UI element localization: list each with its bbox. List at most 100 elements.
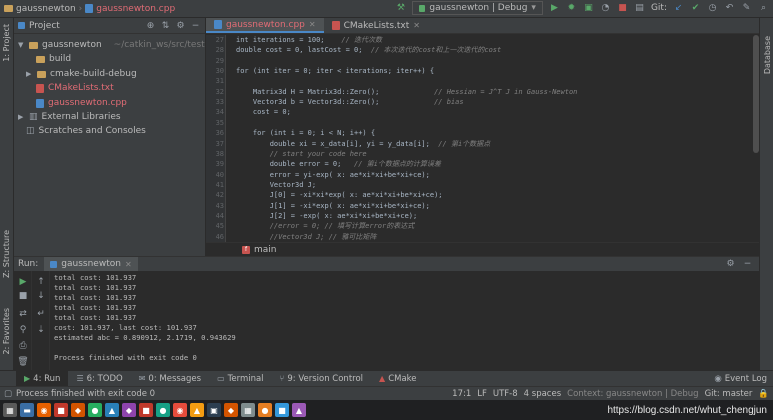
gear-icon[interactable]: ⚙ (725, 258, 736, 269)
tab-run[interactable]: ▶ 4: Run (16, 370, 69, 387)
code-line[interactable]: 29 (206, 56, 746, 67)
run-tab-gaussnewton[interactable]: gaussnewton ✕ (44, 257, 138, 271)
tree-item-external-libraries[interactable]: ▶ ▥ External Libraries (18, 110, 121, 124)
run-configuration-select[interactable]: gaussnewton | Debug ▾ (412, 1, 543, 15)
profile-icon[interactable]: ◔ (600, 3, 611, 14)
app-icon[interactable]: ◉ (173, 403, 187, 417)
app-icon[interactable]: ◆ (71, 403, 85, 417)
tree-item-gaussnewton-cpp[interactable]: gaussnewton.cpp (36, 96, 127, 110)
hide-panel-icon[interactable]: − (742, 258, 753, 269)
app-icon[interactable]: ▦ (241, 403, 255, 417)
breadcrumb-file[interactable]: gaussnewton.cpp (96, 4, 175, 14)
search-icon[interactable]: ⌕ (758, 3, 769, 14)
tree-item-build[interactable]: build (36, 52, 71, 66)
code-line[interactable]: 40 error = yi-exp( x: ae*xi*xi+be*xi+ce)… (206, 170, 746, 181)
close-icon[interactable]: ✕ (413, 21, 420, 30)
breadcrumb-project[interactable]: gaussnewton (16, 4, 76, 14)
app-icon[interactable]: ● (258, 403, 272, 417)
locate-icon[interactable]: ⊕ (145, 20, 156, 31)
tab-cmake[interactable]: ▲ CMake (371, 371, 424, 387)
print-icon[interactable]: ⎙ (17, 341, 29, 352)
code-line[interactable]: 41 Vector3d J; (206, 180, 746, 191)
indent-setting[interactable]: 4 spaces (524, 389, 561, 399)
code-line[interactable]: 28 double cost = 0, lastCost = 0; // 本次迭代… (206, 45, 746, 56)
build-hammer-icon[interactable]: ⚒ (395, 3, 406, 14)
tree-item-gaussnewton[interactable]: ▼ gaussnewton ~/catkin_ws/src/test (18, 38, 205, 52)
app-icon[interactable]: ◆ (224, 403, 238, 417)
scroll-down-icon[interactable]: ↓ (35, 291, 47, 302)
firefox-icon[interactable]: ◉ (37, 403, 51, 417)
restore-layout-icon[interactable]: ⇄ (17, 309, 29, 320)
files-icon[interactable]: ▬ (20, 403, 34, 417)
debug-icon[interactable]: ✹ (566, 3, 577, 14)
code-line[interactable]: 35 (206, 118, 746, 129)
code-line[interactable]: 30 for (int iter = 0; iter < iterations; … (206, 66, 746, 77)
tree-item-cmake-build-debug[interactable]: ▶ cmake-build-debug (26, 67, 137, 81)
collapse-icon[interactable]: ⇅ (160, 20, 171, 31)
code-breadcrumb[interactable]: main (254, 245, 277, 255)
app-icon[interactable]: ● (156, 403, 170, 417)
event-log-tab[interactable]: ◉ Event Log (714, 371, 767, 387)
git-revert-icon[interactable]: ↶ (724, 3, 735, 14)
tab-todo[interactable]: ☰ 6: TODO (68, 371, 130, 387)
app-icon[interactable]: ■ (275, 403, 289, 417)
close-icon[interactable]: ✕ (125, 260, 132, 269)
delete-icon[interactable]: 🗑 (17, 357, 29, 368)
code-line[interactable]: 38 // start your code here (206, 149, 746, 160)
tab-cmakelists[interactable]: CMakeLists.txt ✕ (324, 18, 428, 33)
start-menu-icon[interactable]: ▦ (3, 403, 17, 417)
tab-version-control[interactable]: ⑂ 9: Version Control (272, 371, 371, 387)
chevron-right-icon[interactable]: ▶ (26, 70, 33, 78)
code-line[interactable]: 34 cost = 0; (206, 107, 746, 118)
code-line[interactable]: 43 J[1] = -xi*exp( x: ae*xi*xi+be*xi+ce)… (206, 201, 746, 212)
code-line[interactable]: 39 double error = 0; // 第i个数据点的计算误差 (206, 159, 746, 170)
run-icon[interactable]: ▶ (549, 3, 560, 14)
tab-messages[interactable]: ✉ 0: Messages (131, 371, 209, 387)
code-line[interactable]: 45 //error = 0; // 填写计算error的表达式 (206, 221, 746, 232)
scroll-up-icon[interactable]: ↑ (35, 277, 47, 288)
tab-terminal[interactable]: ▭ Terminal (209, 371, 271, 387)
resolve-context[interactable]: Context: gaussnewton | Debug (567, 389, 698, 399)
database-tool-tab[interactable]: Database (763, 36, 772, 74)
rerun-icon[interactable]: ▶ (17, 277, 29, 288)
app-icon[interactable]: ■ (139, 403, 153, 417)
caret-position[interactable]: 17:1 (452, 389, 471, 399)
app-icon[interactable]: ▣ (207, 403, 221, 417)
panel-toggle-icon[interactable]: ▢ (4, 389, 12, 399)
code-line[interactable]: 31 (206, 76, 746, 87)
git-history-icon[interactable]: ◷ (707, 3, 718, 14)
code-line[interactable]: 33 Vector3d b = Vector3d::Zero(); // bia… (206, 97, 746, 108)
app-icon[interactable]: ● (88, 403, 102, 417)
code-line[interactable]: 32 Matrix3d H = Matrix3d::Zero(); // Hes… (206, 87, 746, 98)
app-icon[interactable]: ▲ (292, 403, 306, 417)
stop-icon[interactable]: ■ (17, 291, 29, 302)
tab-gaussnewton-cpp[interactable]: gaussnewton.cpp ✕ (206, 18, 324, 33)
git-branch[interactable]: Git: master (705, 389, 753, 399)
scroll-to-end-icon[interactable]: ⇣ (35, 325, 47, 336)
code-line[interactable]: 36 for (int i = 0; i < N; i++) { (206, 128, 746, 139)
chevron-down-icon[interactable]: ▼ (18, 41, 25, 49)
file-encoding[interactable]: UTF-8 (493, 389, 518, 399)
structure-tool-tab[interactable]: Z: Structure (2, 230, 11, 278)
code-line[interactable]: 27 int iterations = 100; // 迭代次数 (206, 35, 746, 46)
favorites-tool-tab[interactable]: 2: Favorites (2, 308, 11, 354)
gear-icon[interactable]: ⚙ (175, 20, 186, 31)
code-area[interactable]: 27 int iterations = 100; // 迭代次数 28 double … (206, 35, 759, 242)
code-line[interactable]: 42 J[0] = -xi*xi*exp( x: ae*xi*xi+be*xi+… (206, 190, 746, 201)
code-line[interactable]: 37 double xi = x_data[i], yi = y_data[i]… (206, 139, 746, 150)
code-line[interactable]: 44 J[2] = -exp( x: ae*xi*xi+be*xi+ce); (206, 211, 746, 222)
app-icon[interactable]: ▲ (190, 403, 204, 417)
soft-wrap-icon[interactable]: ↵ (35, 309, 47, 320)
stop-icon[interactable]: ■ (617, 3, 628, 14)
run-coverage-icon[interactable]: ▣ (583, 3, 594, 14)
lock-icon[interactable]: 🔒 (758, 389, 769, 399)
app-icon[interactable]: ■ (54, 403, 68, 417)
tree-item-scratches[interactable]: ◫ Scratches and Consoles (26, 124, 146, 138)
pin-icon[interactable]: ⚲ (17, 325, 29, 336)
project-tool-tab[interactable]: 1: Project (2, 24, 11, 62)
git-update-icon[interactable]: ↙ (673, 3, 684, 14)
console-output[interactable]: total cost: 101.937 total cost: 101.937 to… (54, 271, 754, 371)
code-line[interactable]: 46 //Vector3d J; // 雅可比矩阵 (206, 232, 746, 243)
hide-panel-icon[interactable]: − (190, 20, 201, 31)
tree-item-cmakelists[interactable]: CMakeLists.txt (36, 81, 114, 95)
